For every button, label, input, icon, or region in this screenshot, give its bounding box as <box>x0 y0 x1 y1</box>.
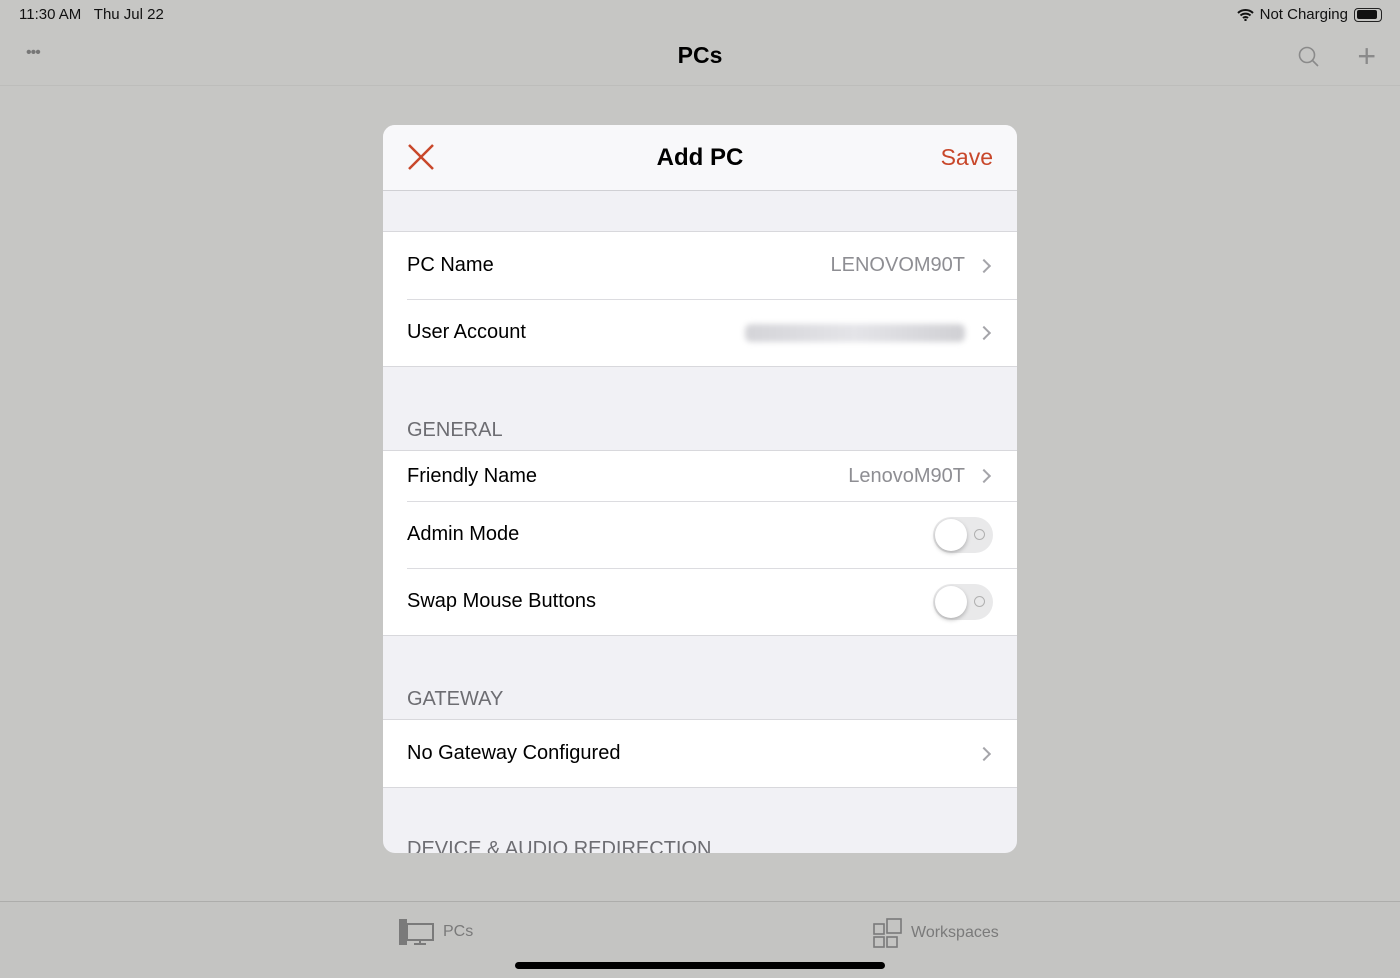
gateway-row[interactable]: No Gateway Configured <box>383 720 1017 787</box>
tab-pcs[interactable]: PCs <box>399 918 473 946</box>
chevron-right-icon <box>976 258 992 273</box>
dialog-title: Add PC <box>656 144 744 171</box>
home-indicator[interactable] <box>515 962 885 969</box>
pc-name-label: PC Name <box>407 254 494 276</box>
friendly-name-value: LenovoM90T <box>848 464 965 487</box>
chevron-right-icon <box>976 325 992 340</box>
friendly-name-label: Friendly Name <box>407 464 538 487</box>
save-button[interactable]: Save <box>941 144 993 171</box>
battery-icon <box>1354 7 1382 22</box>
chevron-right-icon <box>976 468 992 484</box>
swap-mouse-label: Swap Mouse Buttons <box>407 590 596 612</box>
status-bar: 11:30 AM Thu Jul 22 Not Charging <box>0 0 1400 28</box>
chevron-right-icon <box>976 746 992 761</box>
swap-mouse-row: Swap Mouse Buttons <box>383 568 1017 635</box>
status-time: 11:30 AM Thu Jul 22 <box>19 6 164 23</box>
pc-name-value: LENOVOM90T <box>830 254 965 276</box>
friendly-name-row[interactable]: Friendly Name LenovoM90T <box>383 451 1017 501</box>
add-icon[interactable]: + <box>1357 38 1376 75</box>
section-header-gateway: GATEWAY <box>407 688 504 710</box>
battery-status: Not Charging <box>1259 6 1348 23</box>
user-account-label: User Account <box>407 321 526 343</box>
tab-workspaces[interactable]: Workspaces <box>873 918 999 948</box>
workspaces-icon <box>873 918 902 948</box>
pc-name-row[interactable]: PC Name LENOVOM90T <box>383 232 1017 299</box>
gateway-label: No Gateway Configured <box>407 742 621 764</box>
pc-icon <box>399 919 434 945</box>
user-account-row[interactable]: User Account <box>383 299 1017 366</box>
wifi-icon <box>1236 9 1254 21</box>
section-header-device-audio: DEVICE & AUDIO REDIRECTION <box>407 838 712 853</box>
user-account-value-redacted <box>745 323 965 342</box>
tab-pcs-label: PCs <box>443 923 474 940</box>
add-pc-dialog: Add PC Save PC Name LENOVOM90T User Accou… <box>383 125 1017 853</box>
admin-mode-label: Admin Mode <box>407 523 520 545</box>
admin-mode-row: Admin Mode <box>383 501 1017 568</box>
tab-workspaces-label: Workspaces <box>911 924 999 941</box>
admin-mode-toggle[interactable] <box>933 516 993 553</box>
search-icon[interactable] <box>1298 46 1320 68</box>
nav-bar: ••• PCs + <box>0 28 1400 86</box>
page-title: PCs <box>677 42 723 68</box>
swap-mouse-toggle[interactable] <box>933 583 993 620</box>
section-header-general: GENERAL <box>407 419 503 441</box>
